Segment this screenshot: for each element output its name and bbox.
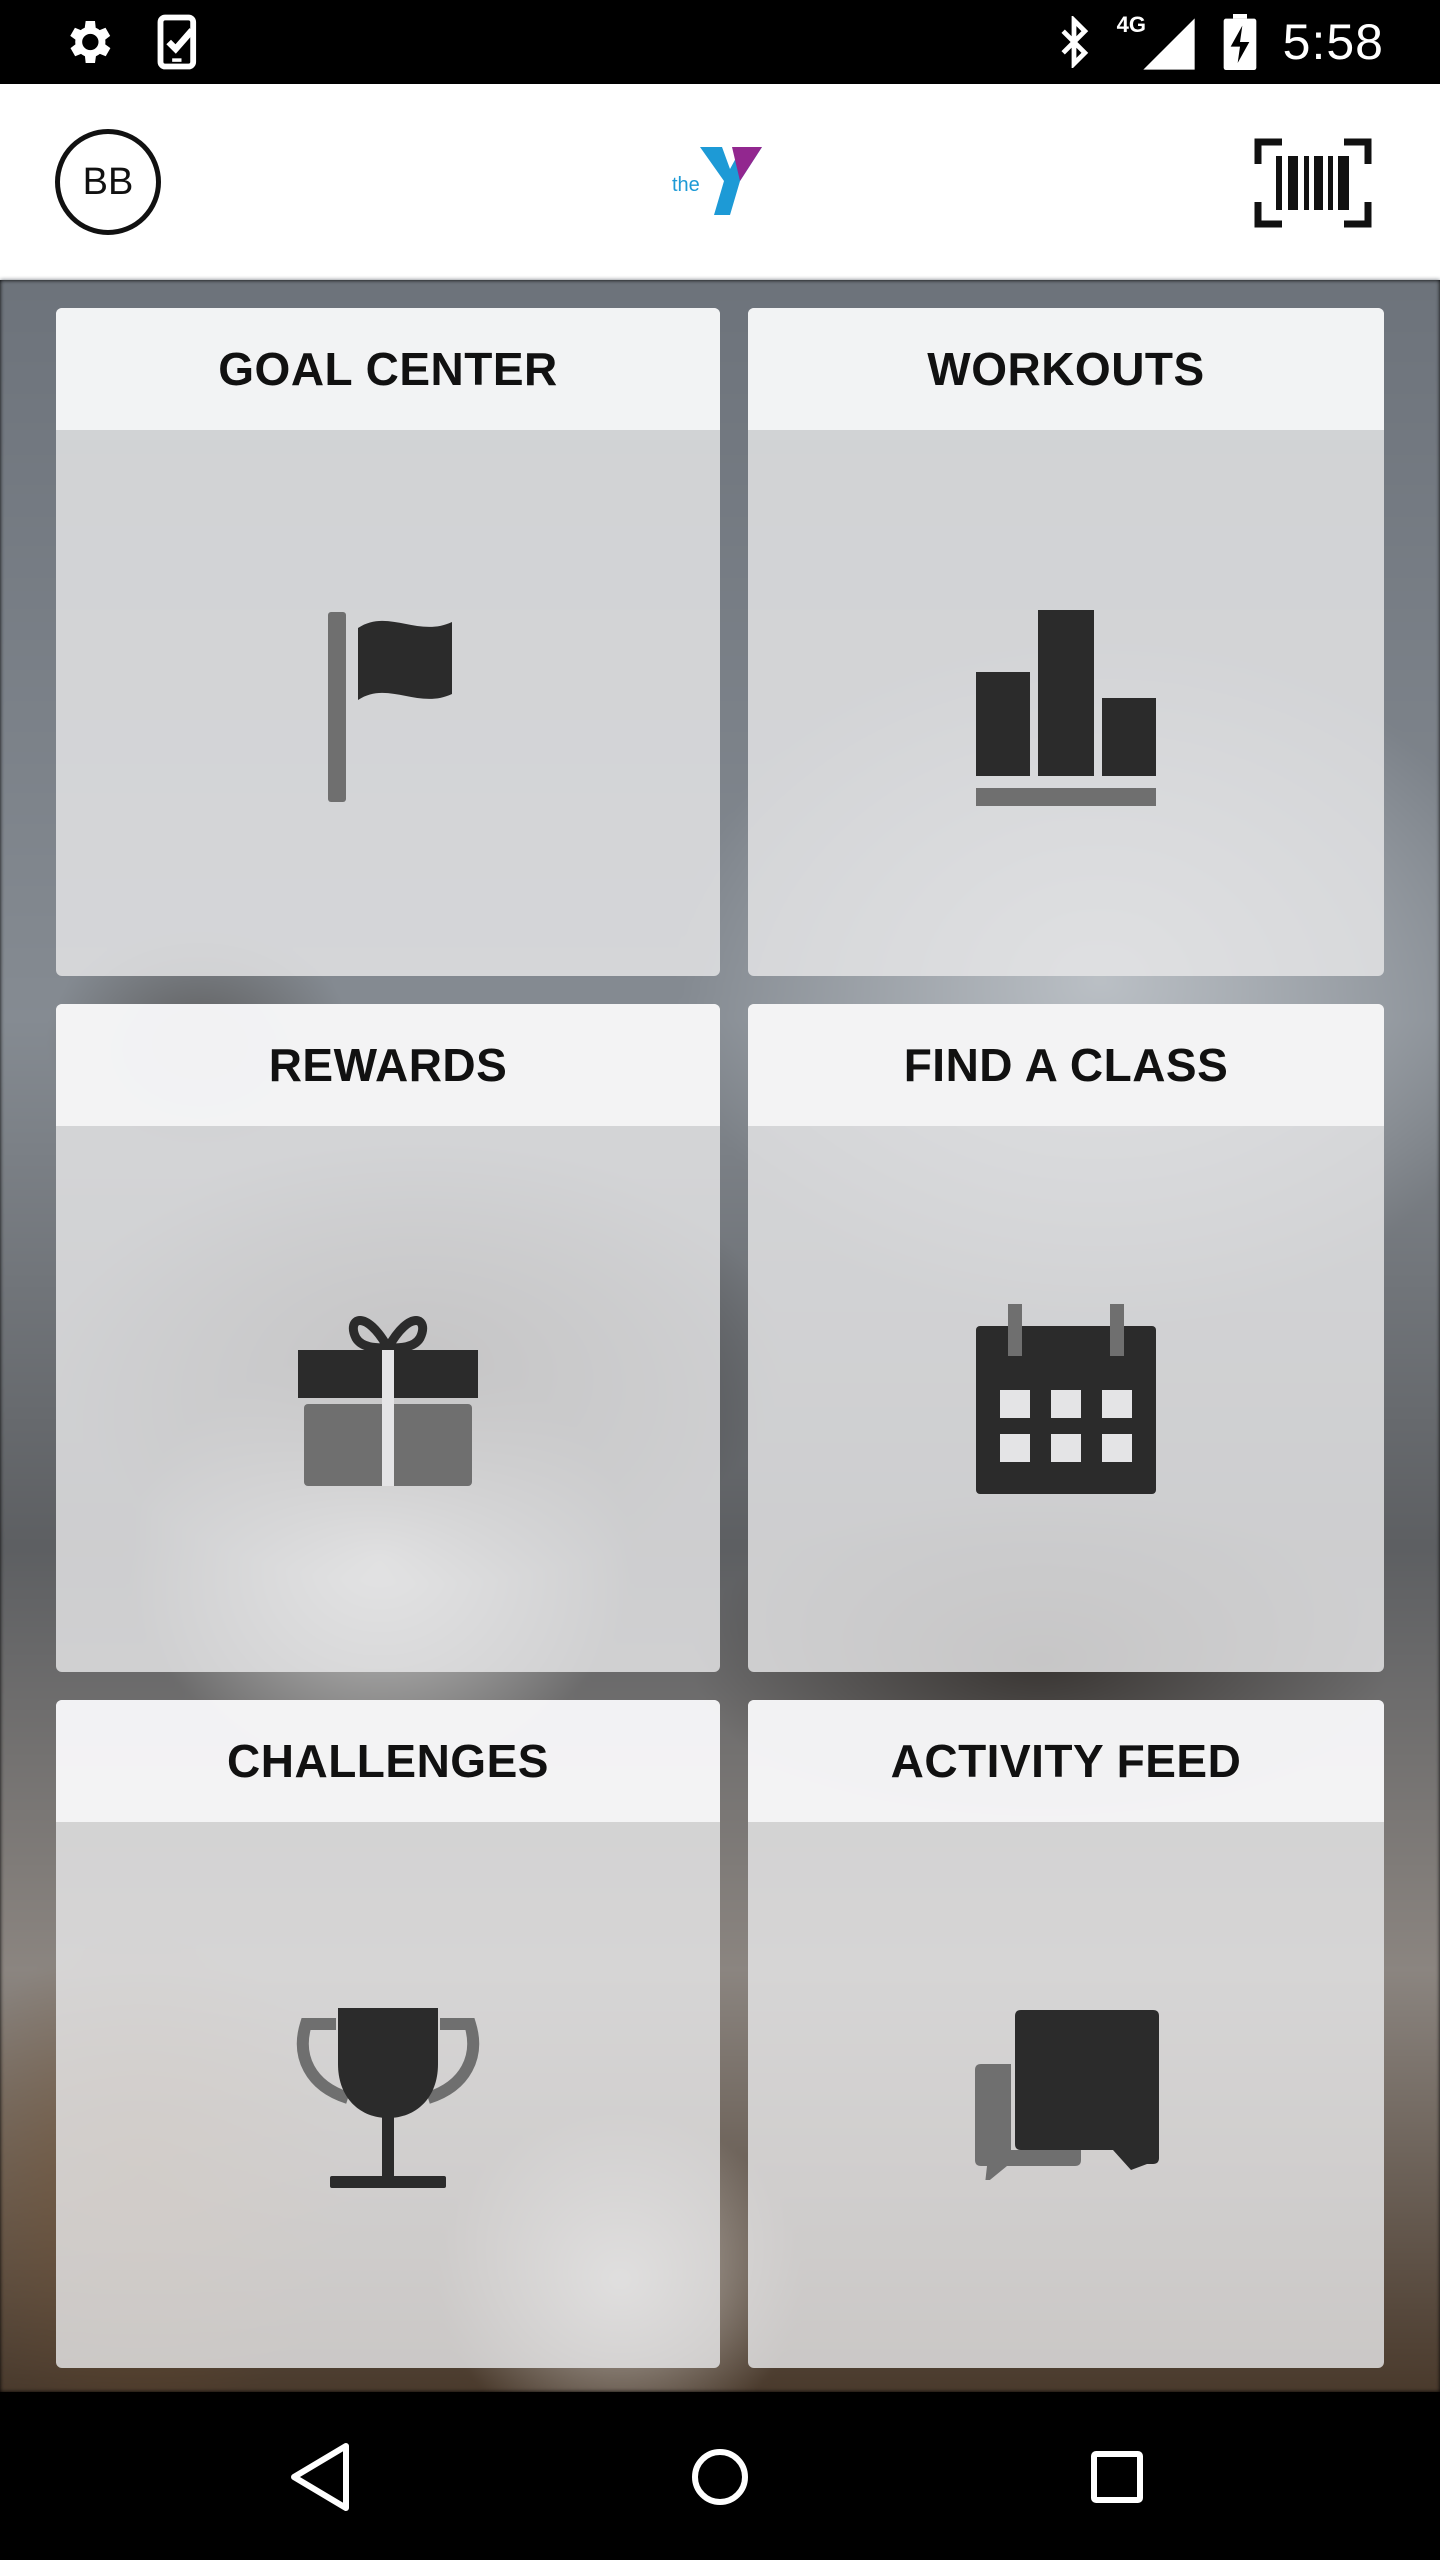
barcode-scan-icon [1254, 138, 1372, 232]
gift-icon [296, 1308, 480, 1493]
avatar-initials: BB [82, 160, 134, 203]
system-nav-bar [0, 2392, 1440, 2560]
trophy-icon [296, 2006, 480, 2195]
tile-title: GOAL CENTER [218, 343, 558, 395]
calendar-icon [974, 1304, 1158, 1501]
tile-header: ACTIVITY FEED [748, 1700, 1384, 1822]
tile-find-a-class[interactable]: FIND A CLASS [748, 1004, 1384, 1672]
tile-title: WORKOUTS [927, 343, 1205, 395]
profile-avatar[interactable]: BB [55, 129, 161, 235]
tile-title: FIND A CLASS [903, 1039, 1229, 1091]
barcode-scan-button[interactable] [1254, 138, 1372, 228]
tile-header: GOAL CENTER [56, 308, 720, 430]
task-check-icon [156, 14, 200, 70]
nav-home-button[interactable] [675, 2432, 765, 2522]
home-icon [675, 2449, 765, 2526]
tile-header: FIND A CLASS [748, 1004, 1384, 1126]
tile-title: REWARDS [268, 1039, 508, 1091]
tile-title: ACTIVITY FEED [890, 1735, 1242, 1787]
tile-workouts[interactable]: WORKOUTS [748, 308, 1384, 976]
chat-bubbles-icon [971, 2010, 1161, 2185]
nav-back-button[interactable] [276, 2432, 366, 2522]
ymca-logo: the [670, 139, 770, 219]
tile-rewards[interactable]: REWARDS [56, 1004, 720, 1672]
status-time: 5:58 [1282, 14, 1384, 70]
bar-chart-icon [974, 608, 1158, 813]
tile-title: CHALLENGES [227, 1735, 549, 1787]
tile-header: CHALLENGES [56, 1700, 720, 1822]
tile-challenges[interactable]: CHALLENGES [56, 1700, 720, 2368]
settings-icon [60, 14, 116, 70]
back-icon [276, 2443, 366, 2526]
signal-icon: 4G [1117, 12, 1197, 70]
tile-goal-center[interactable]: GOAL CENTER [56, 308, 720, 976]
nav-recents-button[interactable] [1072, 2432, 1162, 2522]
app-header: BB the [0, 84, 1440, 280]
battery-charging-icon [1223, 14, 1257, 70]
recents-icon [1072, 2451, 1162, 2526]
tile-header: REWARDS [56, 1004, 720, 1126]
status-bar: 4G 5:58 [0, 0, 1440, 84]
tile-activity-feed[interactable]: ACTIVITY FEED [748, 1700, 1384, 2368]
tile-header: WORKOUTS [748, 308, 1384, 430]
bluetooth-icon [1057, 16, 1091, 68]
flag-icon [318, 608, 458, 813]
logo-text: the [672, 174, 700, 196]
